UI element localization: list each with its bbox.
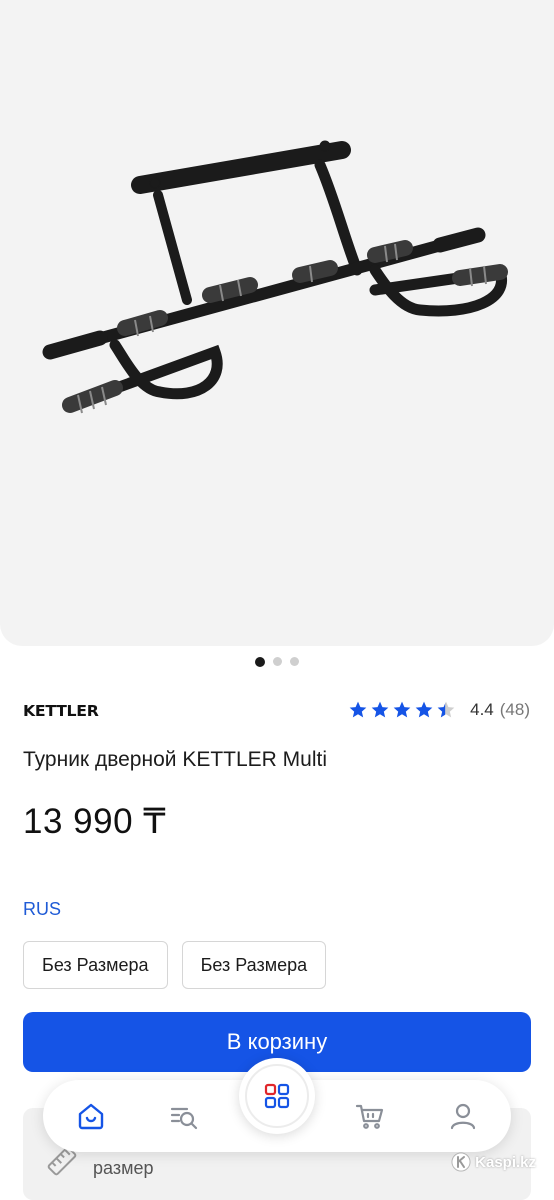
star-icon bbox=[349, 701, 367, 718]
size-options: Без Размера Без Размера bbox=[23, 941, 327, 989]
kaspi-logo-icon bbox=[451, 1152, 471, 1172]
brand-name[interactable]: KETTLER bbox=[23, 702, 99, 720]
product-title: Турник дверной KETTLER Multi bbox=[23, 748, 328, 771]
nav-profile[interactable] bbox=[445, 1098, 481, 1134]
gallery-pagination bbox=[0, 656, 554, 667]
nav-catalog-search[interactable] bbox=[166, 1098, 202, 1134]
star-icon bbox=[415, 701, 433, 718]
size-system-selector[interactable]: RUS bbox=[23, 899, 61, 920]
search-catalog-icon bbox=[170, 1107, 198, 1130]
review-count: (48) bbox=[499, 700, 530, 719]
star-icon bbox=[393, 701, 411, 718]
gallery-dot-2[interactable] bbox=[273, 657, 282, 666]
star-icon bbox=[371, 701, 389, 718]
product-price: 13 990 ₸ bbox=[23, 802, 167, 841]
nav-cart[interactable] bbox=[352, 1098, 388, 1134]
size-option-button[interactable]: Без Размера bbox=[23, 941, 168, 989]
product-rating[interactable]: 4.4 (48) bbox=[348, 700, 530, 720]
rating-stars bbox=[348, 700, 456, 720]
rating-value: 4.4 bbox=[470, 700, 494, 719]
half-star-icon bbox=[437, 701, 455, 718]
apps-grid-icon bbox=[264, 1083, 290, 1109]
size-option-button[interactable]: Без Размера bbox=[181, 941, 327, 989]
gallery-dot-1[interactable] bbox=[255, 656, 265, 667]
nav-apps-button[interactable] bbox=[239, 1058, 315, 1134]
home-icon bbox=[78, 1103, 104, 1130]
kaspi-watermark: Kaspi.kz bbox=[451, 1152, 536, 1172]
product-image bbox=[42, 140, 508, 414]
profile-icon bbox=[450, 1103, 476, 1130]
watermark-text: Kaspi.kz bbox=[475, 1153, 536, 1171]
product-image-gallery[interactable] bbox=[0, 0, 554, 646]
size-guide-label: размер bbox=[93, 1158, 154, 1178]
nav-home[interactable] bbox=[73, 1098, 109, 1134]
gallery-dot-3[interactable] bbox=[290, 657, 299, 666]
cart-icon bbox=[355, 1104, 384, 1129]
